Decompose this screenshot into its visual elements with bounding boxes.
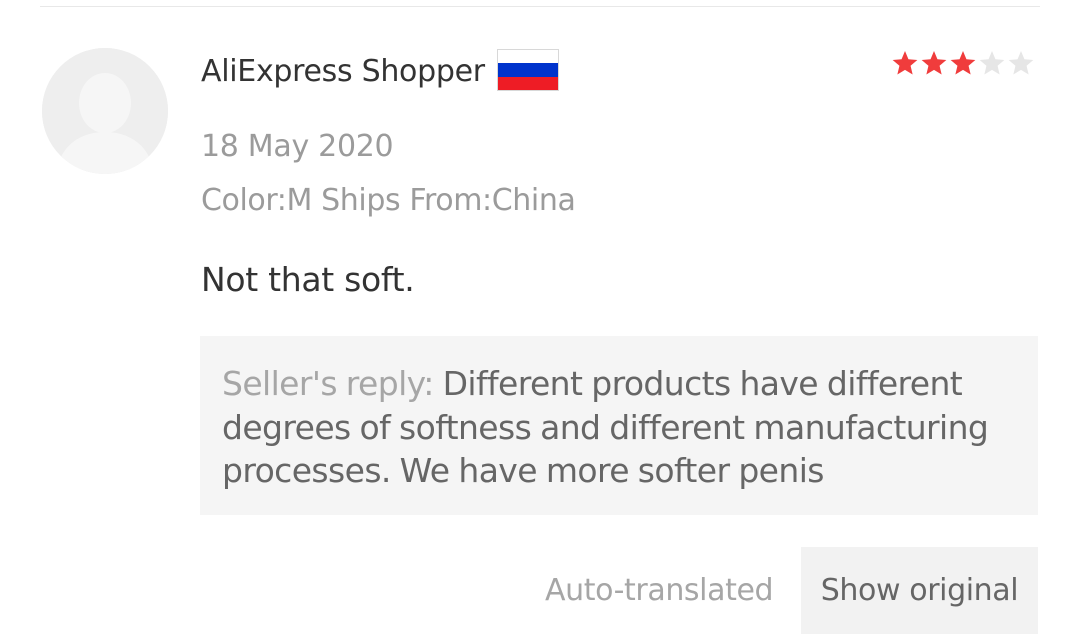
reviewer-name: AliExpress Shopper	[201, 54, 485, 89]
flag-stripe-red	[498, 76, 558, 90]
star-filled-icon	[892, 51, 918, 75]
star-filled-icon	[921, 51, 947, 75]
seller-reply-label: Seller's reply:	[222, 364, 434, 403]
flag-stripe-blue	[498, 63, 558, 77]
show-original-button[interactable]: Show original	[801, 547, 1038, 634]
star-rating	[890, 46, 1036, 80]
default-avatar-icon	[42, 48, 168, 174]
star-filled-icon	[950, 51, 976, 75]
top-divider	[40, 6, 1040, 7]
avatar	[42, 48, 168, 174]
sku-info: Color:M Ships From:China	[201, 183, 576, 218]
review-date: 18 May 2020	[201, 129, 394, 164]
auto-translated-label: Auto-translated	[545, 573, 774, 608]
seller-reply: Seller's reply: Different products have …	[222, 362, 1020, 493]
russia-flag-icon	[497, 49, 559, 91]
review-text: Not that soft.	[201, 260, 415, 299]
seller-reply-box: Seller's reply: Different products have …	[200, 336, 1038, 515]
star-empty-icon	[979, 51, 1005, 75]
flag-stripe-white	[498, 50, 558, 64]
star-empty-icon	[1008, 51, 1034, 75]
